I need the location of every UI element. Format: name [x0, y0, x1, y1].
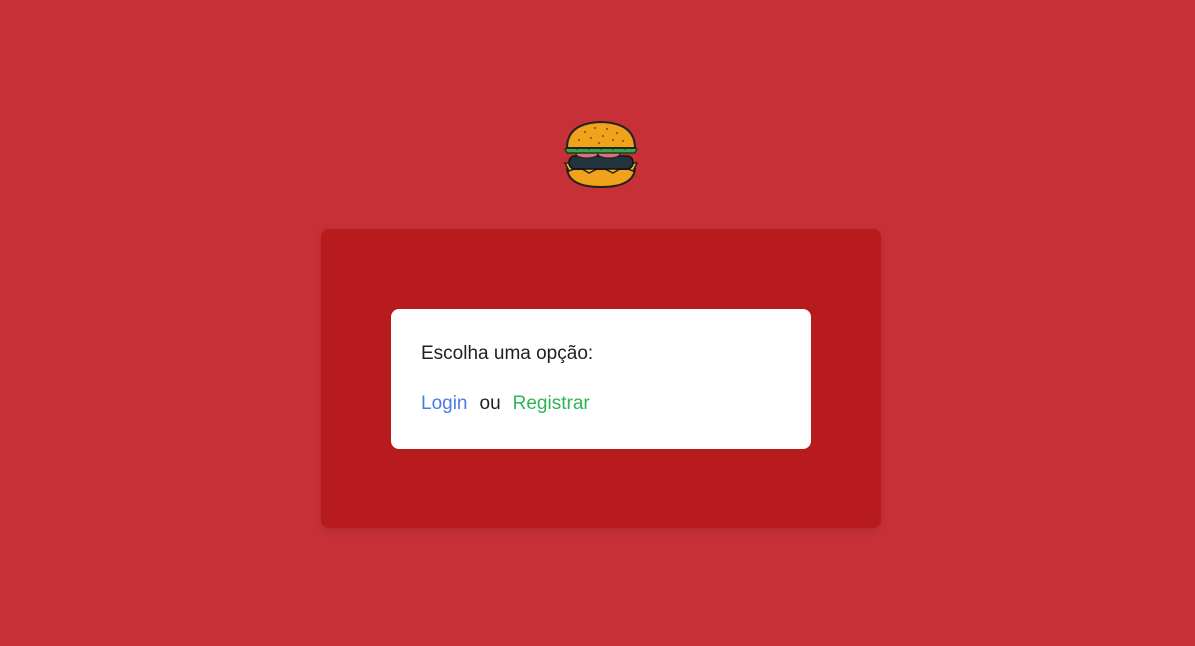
- separator-text: ou: [479, 393, 501, 414]
- choice-card: Escolha uma opção: Login ou Registrar: [391, 309, 811, 449]
- auth-options: Login ou Registrar: [421, 392, 781, 416]
- login-link[interactable]: Login: [421, 393, 468, 414]
- burger-icon: [561, 119, 641, 191]
- choice-prompt: Escolha uma opção:: [421, 343, 594, 364]
- register-link[interactable]: Registrar: [513, 393, 590, 414]
- auth-panel: Escolha uma opção: Login ou Registrar: [321, 229, 881, 528]
